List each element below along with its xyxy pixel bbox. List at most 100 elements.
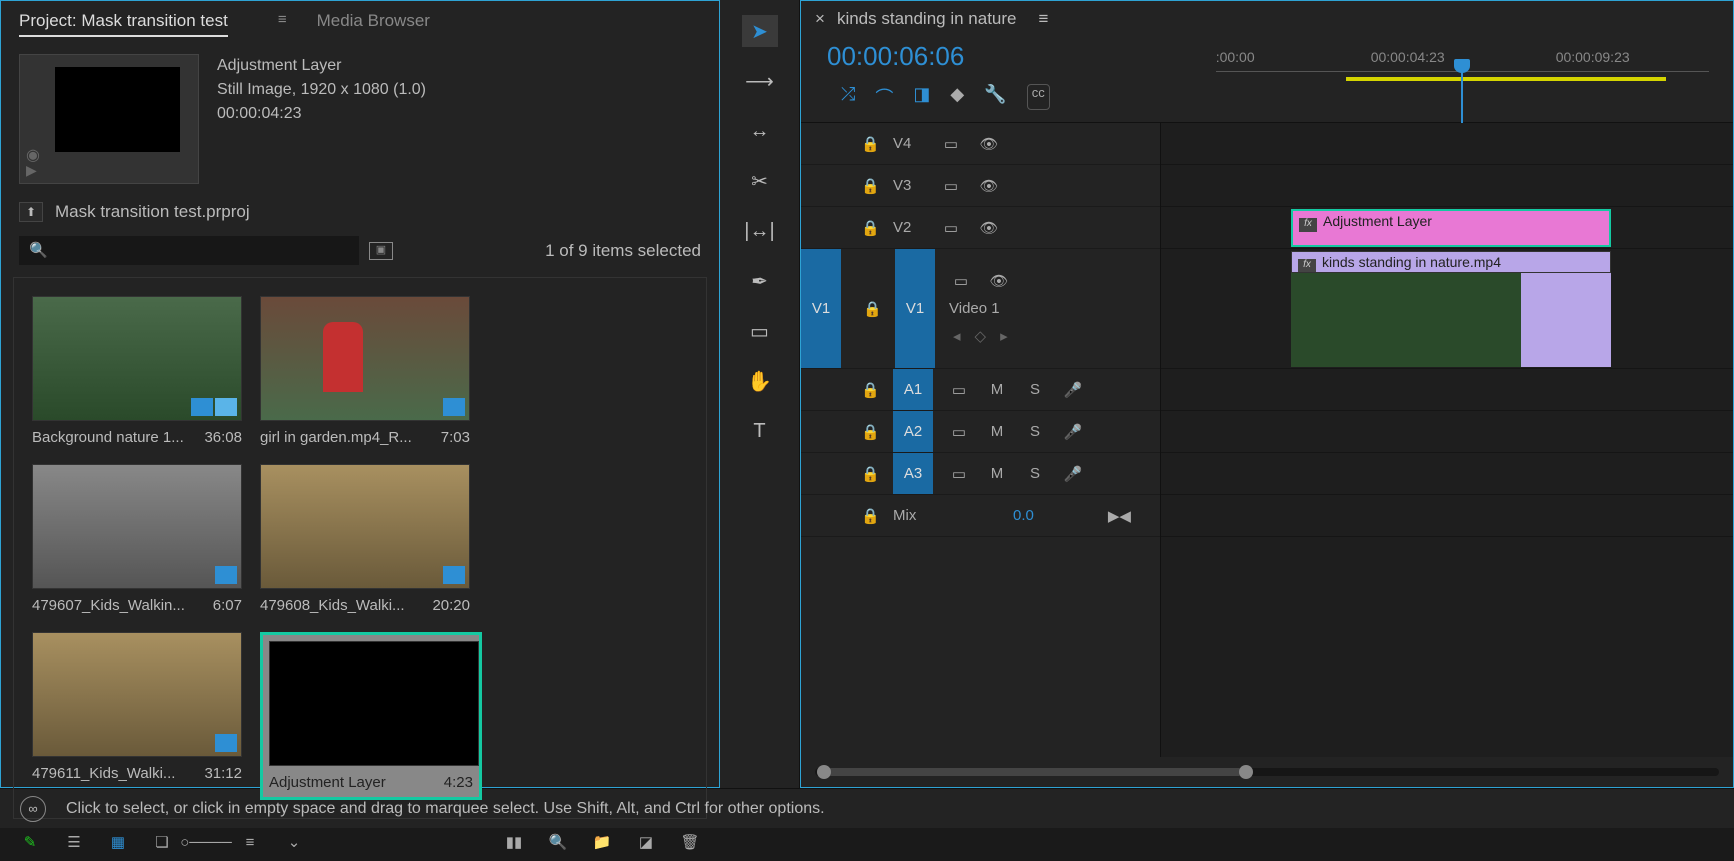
bin-item[interactable]: 479611_Kids_Walki...31:12 [32, 632, 242, 800]
mute-button[interactable]: M [985, 423, 1009, 440]
voiceover-icon[interactable]: 🎤 [1061, 423, 1085, 441]
sync-lock-icon[interactable]: ▭ [939, 219, 963, 237]
lock-icon[interactable]: 🔒 [863, 300, 881, 318]
lock-icon[interactable]: 🔒 [861, 465, 879, 483]
track-select-tool-icon[interactable]: ⟶ [742, 65, 778, 97]
bin-item-selected[interactable]: Adjustment Layer4:23 [260, 632, 482, 800]
hand-tool-icon[interactable]: ✋ [742, 365, 778, 397]
timeline-scrollbar[interactable] [801, 757, 1733, 787]
eye-icon[interactable]: 👁 [987, 272, 1011, 290]
solo-button[interactable]: S [1023, 423, 1047, 440]
track-a3[interactable]: 🔒 A3 ▭ M S 🎤 [801, 453, 1160, 495]
type-tool-icon[interactable]: T [742, 415, 778, 447]
list-view-icon[interactable]: ☰ [63, 833, 85, 851]
mix-value[interactable]: 0.0 [1013, 507, 1034, 524]
settings-icon[interactable]: 🔧 [984, 84, 1006, 110]
sort-icon[interactable]: ≡ [239, 833, 261, 851]
sync-lock-icon[interactable]: ▭ [939, 135, 963, 153]
close-sequence-icon[interactable]: × [815, 9, 825, 29]
clip-video[interactable]: fxkinds standing in nature.mp4 [1291, 251, 1611, 273]
lock-icon[interactable]: 🔒 [861, 177, 879, 195]
track-v3[interactable]: 🔒 V3 ▭ 👁 [801, 165, 1160, 207]
lock-icon[interactable]: 🔒 [861, 219, 879, 237]
eye-icon[interactable]: 👁 [977, 219, 1001, 237]
track-v2[interactable]: 🔒 V2 ▭ 👁 [801, 207, 1160, 249]
track-v4[interactable]: 🔒 V4 ▭ 👁 [801, 123, 1160, 165]
bin-item[interactable]: Background nature 1...36:08 [32, 296, 242, 446]
lock-icon[interactable]: 🔒 [861, 423, 879, 441]
play-icon[interactable]: ▶ [26, 162, 37, 179]
sync-lock-icon[interactable]: ▭ [949, 272, 973, 290]
zoom-slider[interactable]: ○──── [195, 833, 217, 851]
ripple-edit-tool-icon[interactable]: ↔ [742, 115, 778, 147]
insert-tool-icon[interactable]: ⤮ [841, 84, 855, 110]
target-v1[interactable]: V1 [895, 249, 935, 368]
project-bottom-toolbar: ✎ ☰ ▦ ❏ ○──── ≡ ⌄ ▮▮ 🔍 📁 ◪ 🗑 [1, 823, 719, 861]
slip-tool-icon[interactable]: |↔| [742, 215, 778, 247]
mute-button[interactable]: M [985, 465, 1009, 482]
new-bin-button[interactable]: ▣ [369, 242, 393, 260]
lock-icon[interactable]: 🔒 [861, 135, 879, 153]
freeform-view-icon[interactable]: ❏ [151, 833, 173, 851]
track-a1[interactable]: 🔒 A1 ▭ M S 🎤 [801, 369, 1160, 411]
rectangle-tool-icon[interactable]: ▭ [742, 315, 778, 347]
lock-icon[interactable]: 🔒 [861, 381, 879, 399]
folder-up-button[interactable]: ⬆ [19, 202, 43, 222]
pan-icon[interactable]: ▶◀ [1108, 507, 1131, 525]
tab-project[interactable]: Project: Mask transition test [19, 11, 228, 37]
find-icon[interactable]: 🔍 [547, 833, 569, 851]
timeline-content[interactable]: fxAdjustment Layer fxkinds standing in n… [1161, 123, 1733, 757]
sort-dropdown-icon[interactable]: ⌄ [283, 833, 305, 851]
target-a2[interactable]: A2 [893, 411, 933, 452]
source-patch-v1[interactable]: V1 [801, 249, 841, 368]
mute-button[interactable]: M [985, 381, 1009, 398]
tab-media-browser[interactable]: Media Browser [317, 11, 430, 37]
sequence-name[interactable]: kinds standing in nature [837, 9, 1017, 29]
search-input[interactable] [19, 236, 359, 265]
automate-icon[interactable]: ▮▮ [503, 833, 525, 851]
eye-icon[interactable]: 👁 [977, 135, 1001, 153]
new-bin-icon[interactable]: 📁 [591, 833, 613, 851]
bin-item[interactable]: girl in garden.mp4_R...7:03 [260, 296, 470, 446]
next-keyframe-icon[interactable]: ▸ [1000, 327, 1008, 345]
sync-lock-icon[interactable]: ▭ [947, 381, 971, 399]
bin-item[interactable]: 479607_Kids_Walkin...6:07 [32, 464, 242, 614]
pencil-icon[interactable]: ✎ [19, 833, 41, 851]
icon-view-icon[interactable]: ▦ [107, 833, 129, 851]
track-a2[interactable]: 🔒 A2 ▭ M S 🎤 [801, 411, 1160, 453]
prev-keyframe-icon[interactable]: ◂ [953, 327, 961, 345]
selection-tool-icon[interactable]: ➤ [742, 15, 778, 47]
solo-button[interactable]: S [1023, 381, 1047, 398]
add-keyframe-icon[interactable]: ◇ [975, 327, 987, 345]
pen-tool-icon[interactable]: ✒ [742, 265, 778, 297]
track-v1[interactable]: V1 🔒 V1 ▭ 👁 Video 1 ◂ ◇ ▸ [801, 249, 1160, 369]
clear-icon[interactable]: 🗑 [679, 833, 701, 851]
voiceover-icon[interactable]: 🎤 [1061, 465, 1085, 483]
preview-thumbnail[interactable]: ◉ ▶ [19, 54, 199, 184]
bin-item[interactable]: 479608_Kids_Walki...20:20 [260, 464, 470, 614]
solo-button[interactable]: S [1023, 465, 1047, 482]
sync-lock-icon[interactable]: ▭ [947, 465, 971, 483]
timeline-ruler[interactable]: :00:00 00:00:04:23 00:00:09:23 [1216, 41, 1719, 89]
sync-lock-icon[interactable]: ▭ [939, 177, 963, 195]
voiceover-icon[interactable]: 🎤 [1061, 381, 1085, 399]
panel-menu-icon[interactable]: ≡ [278, 11, 287, 37]
track-headers: 🔒 V4 ▭ 👁 🔒 V3 ▭ 👁 🔒 V2 ▭ 👁 [801, 123, 1161, 757]
captions-icon[interactable]: cc [1027, 84, 1050, 110]
snap-icon[interactable]: ⌒ [875, 84, 893, 110]
eye-icon[interactable]: 👁 [977, 177, 1001, 195]
clip-adjustment-layer[interactable]: fxAdjustment Layer [1291, 209, 1611, 247]
razor-tool-icon[interactable]: ✂ [742, 165, 778, 197]
sequence-menu-icon[interactable]: ≡ [1039, 9, 1049, 29]
marker-icon[interactable]: ◆ [950, 84, 964, 110]
target-a1[interactable]: A1 [893, 369, 933, 410]
new-item-icon[interactable]: ◪ [635, 833, 657, 851]
sync-lock-icon[interactable]: ▭ [947, 423, 971, 441]
track-mix[interactable]: 🔒 Mix 0.0 ▶◀ [801, 495, 1160, 537]
timeline-panel: × kinds standing in nature ≡ 00:00:06:06… [800, 0, 1734, 788]
creative-cloud-icon[interactable]: ∞ [20, 796, 46, 822]
lock-icon[interactable]: 🔒 [861, 507, 879, 525]
linked-selection-icon[interactable]: ◨ [913, 84, 930, 110]
playhead-timecode[interactable]: 00:00:06:06 [815, 41, 1076, 80]
target-a3[interactable]: A3 [893, 453, 933, 494]
